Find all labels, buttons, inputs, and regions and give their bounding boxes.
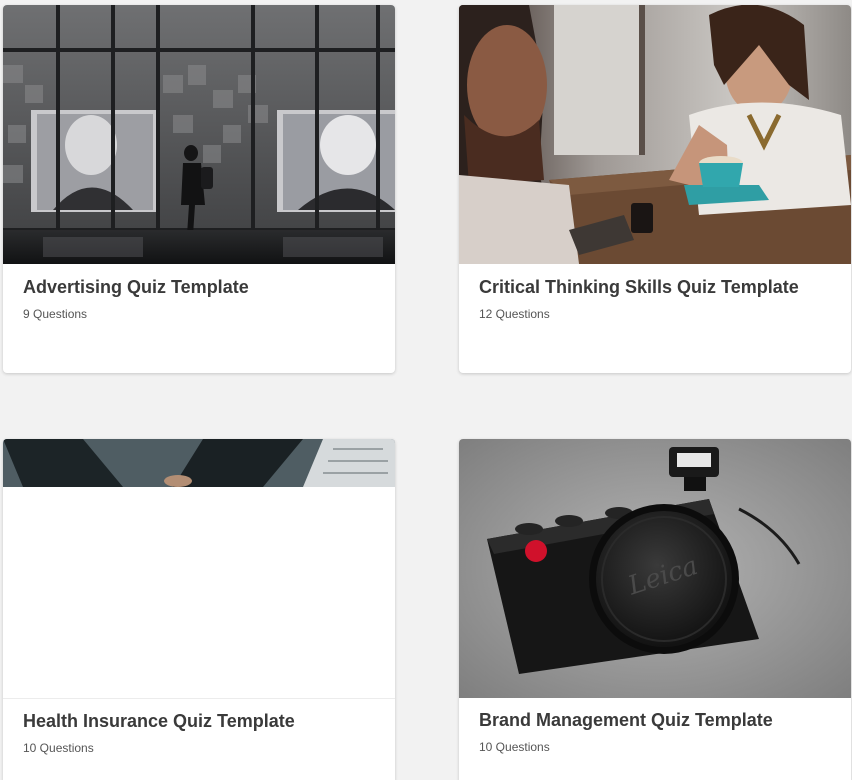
question-count: 9 Questions [23, 307, 88, 321]
template-card-health-insurance[interactable]: Health Insurance Quiz Template 10 Questi… [3, 439, 395, 780]
template-title[interactable]: Brand Management Quiz Template [459, 709, 851, 731]
leica-camera-photo: Leica [459, 439, 851, 698]
question-count: 12 Questions [479, 307, 550, 321]
quiz-template-grid: Advertising Quiz Template 9 Questions Cr… [0, 0, 852, 780]
question-count: 10 Questions [23, 741, 94, 755]
template-card-brand-management[interactable]: Leica Brand Management Quiz Template 10 … [459, 439, 851, 780]
template-title[interactable]: Advertising Quiz Template [3, 276, 395, 298]
desk-hands-photo [3, 439, 395, 698]
question-count: 10 Questions [479, 740, 550, 754]
cafe-conversation-photo [459, 5, 851, 264]
template-card-critical-thinking[interactable]: Critical Thinking Skills Quiz Template 1… [459, 5, 851, 373]
advertising-photo [3, 5, 395, 264]
template-title[interactable]: Critical Thinking Skills Quiz Template [459, 276, 851, 298]
template-card-advertising[interactable]: Advertising Quiz Template 9 Questions [3, 5, 395, 373]
card-divider [3, 698, 395, 699]
template-title[interactable]: Health Insurance Quiz Template [3, 710, 395, 732]
